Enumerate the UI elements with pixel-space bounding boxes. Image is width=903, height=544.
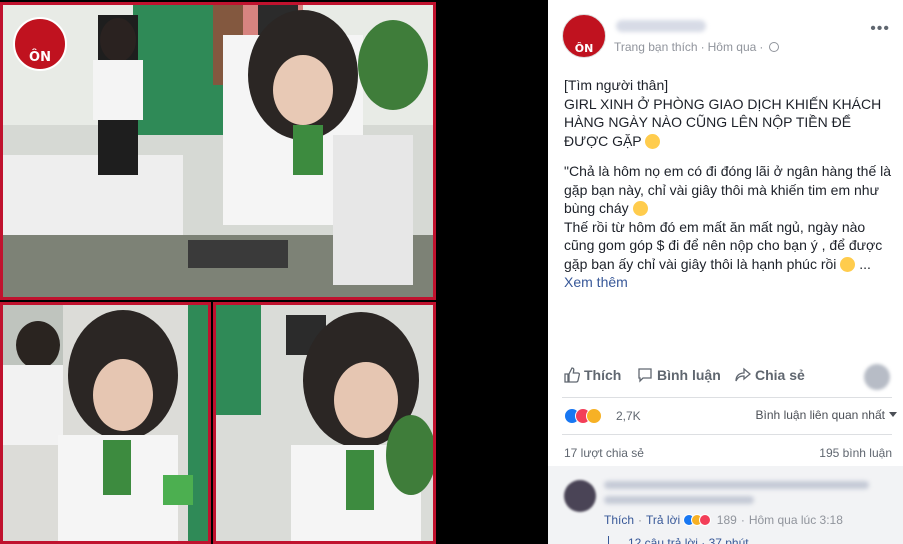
photo-image — [3, 5, 433, 297]
reply-arrow-icon — [608, 536, 620, 544]
comment-actions: Thích · Trả lời 189 · Hôm qua lúc 3:18 — [604, 513, 843, 527]
post-time[interactable]: Hôm qua — [708, 40, 757, 54]
page-avatar[interactable]: ÔN — [562, 14, 606, 58]
share-button[interactable]: Chia sẻ — [735, 367, 805, 383]
comment-label: Bình luận — [657, 367, 721, 383]
crying-emoji-icon — [632, 201, 648, 216]
share-count[interactable]: 17 lượt chia sẻ — [564, 446, 644, 460]
comment-time[interactable]: Hôm qua lúc 3:18 — [749, 513, 843, 527]
commenter-avatar-blurred[interactable] — [564, 480, 596, 512]
reaction-count[interactable]: 2,7K — [616, 409, 641, 423]
divider — [562, 397, 892, 398]
post-text: [Tìm người thân] GIRL XINH Ở PHÒNG GIAO … — [564, 76, 894, 292]
share-arrow-icon — [735, 367, 752, 382]
page-logo-text: ÔN — [29, 50, 51, 65]
haha-reaction-icon — [586, 408, 602, 424]
page-avatar-text: ÔN — [574, 42, 594, 55]
thumbs-up-icon — [564, 367, 580, 383]
post-panel: ÔN Trang bạn thích · Hôm qua · ••• [Tìm ngư… — [548, 0, 903, 544]
comment-count[interactable]: 195 bình luận — [819, 446, 892, 460]
post-header: ÔN Trang bạn thích · Hôm qua · ••• — [562, 14, 892, 60]
divider — [562, 434, 892, 435]
comment-button[interactable]: Bình luận — [637, 367, 721, 383]
page-logo: ÔN — [13, 17, 67, 71]
see-more-link[interactable]: Xem thêm — [564, 274, 628, 290]
reactions-row: 2,7K Bình luận liên quan nhất — [562, 405, 897, 427]
share-label: Chia sẻ — [755, 367, 805, 383]
liked-by-label: Trang bạn thích — [614, 40, 698, 54]
facebook-post-viewer: ÔN ÔN Trang bạn thích · Hôm qua · ••• [T… — [0, 0, 903, 544]
smile-emoji-icon — [645, 133, 661, 149]
viewer-avatar-blurred[interactable] — [864, 364, 890, 390]
sad-emoji-icon — [840, 256, 856, 272]
post-actions: Thích Bình luận Chia sẻ — [562, 364, 892, 390]
post-meta: Trang bạn thích · Hôm qua · — [614, 40, 780, 54]
post-paragraph-1: "Chả là hôm nọ em có đi đóng lãi ở ngân … — [564, 163, 892, 216]
like-label: Thích — [584, 367, 622, 383]
more-options-icon[interactable]: ••• — [870, 20, 890, 38]
view-replies-link[interactable]: 12 câu trả lời · 37 phút — [608, 536, 749, 544]
comment-like-link[interactable]: Thích — [604, 513, 634, 527]
comment-reply-link[interactable]: Trả lời — [646, 513, 680, 527]
post-headline: GIRL XINH Ở PHÒNG GIAO DỊCH KHIẾN KHÁCH … — [564, 95, 882, 149]
comment-icon — [638, 368, 652, 383]
comment-section: Thích · Trả lời 189 · Hôm qua lúc 3:18 12 câ… — [548, 466, 903, 544]
photo-bottom-left[interactable] — [0, 302, 211, 544]
comment-text-blurred — [604, 496, 754, 504]
caret-down-icon — [889, 412, 897, 417]
photo-image — [216, 305, 433, 541]
post-paragraph-2: Thế rồi từ hôm đó em mất ăn mất ngủ, ngà… — [564, 218, 883, 272]
comment-text-blurred — [604, 481, 869, 489]
comment-reaction-count[interactable]: 189 — [717, 513, 737, 527]
comment-sort-dropdown[interactable]: Bình luận liên quan nhất — [756, 408, 897, 422]
photo-bottom-right[interactable] — [213, 302, 436, 544]
globe-icon — [769, 42, 780, 52]
photo-top-bank-counter[interactable]: ÔN — [0, 2, 436, 300]
reaction-icons[interactable] — [564, 408, 602, 424]
page-name-blurred[interactable] — [616, 20, 706, 32]
post-tag: [Tìm người thân] — [564, 77, 669, 93]
photo-image — [3, 305, 208, 541]
like-button[interactable]: Thích — [564, 367, 621, 383]
love-reaction-icon — [699, 514, 712, 526]
